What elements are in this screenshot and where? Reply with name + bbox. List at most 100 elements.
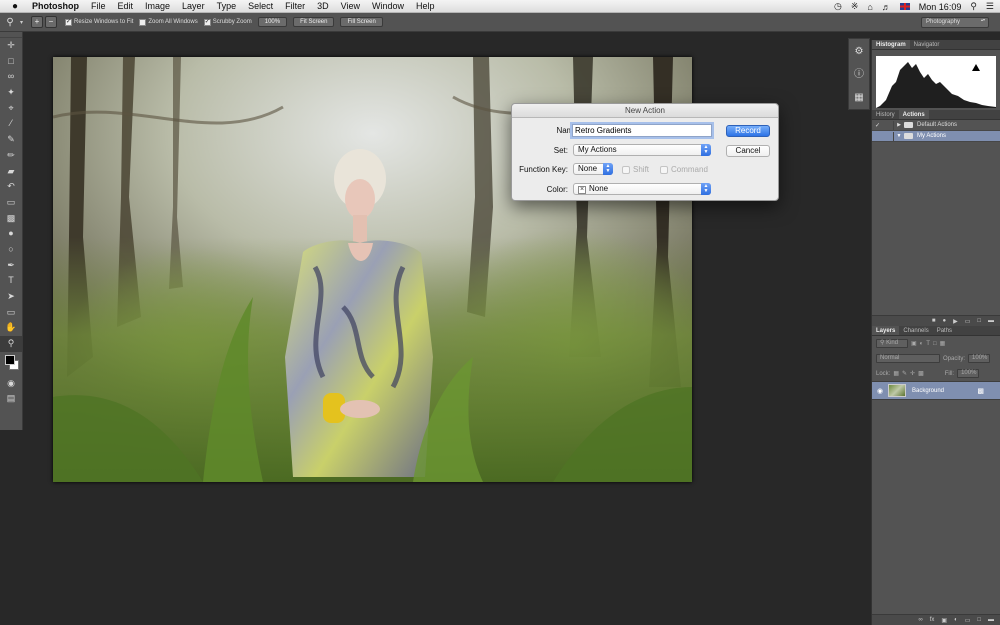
command-checkbox[interactable]: Command	[660, 165, 708, 174]
new-layer-icon[interactable]: □	[977, 617, 981, 623]
tool-preset-dropdown-icon[interactable]: ▾	[20, 19, 23, 26]
menu-window[interactable]: Window	[366, 1, 410, 11]
gradient-tool-icon[interactable]: ▩	[0, 211, 22, 227]
healing-brush-tool-icon[interactable]: ✎	[0, 132, 22, 148]
quick-mask-icon[interactable]: ◉	[0, 376, 22, 392]
time-machine-icon[interactable]: ◷	[834, 1, 842, 12]
zoom-100-button[interactable]: 100%	[257, 17, 288, 27]
dodge-tool-icon[interactable]: ○	[0, 242, 22, 258]
adjustments-panel-icon[interactable]: ⚙	[851, 42, 867, 62]
volume-icon[interactable]: ♬	[882, 2, 891, 12]
spotlight-search-icon[interactable]: ⚲	[970, 1, 977, 12]
path-selection-tool-icon[interactable]: ➤	[0, 289, 22, 305]
dialog-toggle[interactable]	[883, 120, 894, 130]
menu-file[interactable]: File	[85, 1, 112, 11]
menu-layer[interactable]: Layer	[176, 1, 211, 11]
properties-panel-icon[interactable]: ▦	[851, 88, 867, 108]
bluetooth-icon[interactable]: ※	[851, 1, 859, 12]
menu-edit[interactable]: Edit	[112, 1, 140, 11]
apple-menu-icon[interactable]: ●	[0, 1, 30, 12]
type-tool-icon[interactable]: T	[0, 273, 22, 289]
menu-select[interactable]: Select	[242, 1, 279, 11]
notification-center-icon[interactable]: ☰	[986, 1, 994, 12]
layer-style-fx-icon[interactable]: fx	[930, 617, 935, 623]
quick-selection-tool-icon[interactable]: ✦	[0, 85, 22, 101]
pen-tool-icon[interactable]: ✒	[0, 258, 22, 274]
trash-icon[interactable]: ▬	[988, 318, 994, 324]
crop-tool-icon[interactable]: ⌖	[0, 101, 22, 117]
play-icon[interactable]: ▶	[953, 318, 958, 325]
wifi-icon[interactable]: ⌂	[867, 2, 872, 12]
zoom-out-button[interactable]: −	[45, 16, 58, 28]
eraser-tool-icon[interactable]: ▭	[0, 195, 22, 211]
new-group-folder-icon[interactable]: ▭	[965, 617, 971, 624]
lock-all-icon[interactable]: ▩	[918, 370, 924, 377]
layer-row-background[interactable]: ◉ Background ▩	[872, 381, 1000, 400]
menu-filter[interactable]: Filter	[279, 1, 311, 11]
fill-input[interactable]: 100%	[957, 369, 980, 378]
link-layers-icon[interactable]: ∞	[918, 617, 922, 623]
shape-filter-icon[interactable]: □	[933, 341, 937, 347]
input-source-flag-icon[interactable]	[899, 3, 910, 10]
menubar-clock[interactable]: Mon 16:09	[919, 2, 962, 12]
menu-image[interactable]: Image	[139, 1, 176, 11]
tab-channels[interactable]: Channels	[899, 326, 932, 335]
tab-histogram[interactable]: Histogram	[872, 40, 910, 49]
color-select[interactable]: × None ▲ ▼	[573, 183, 711, 195]
smart-object-filter-icon[interactable]: ▦	[940, 340, 946, 347]
lasso-tool-icon[interactable]: ∞	[0, 69, 22, 85]
color-swatches[interactable]	[0, 352, 22, 376]
disclosure-triangle-icon[interactable]: ▶	[894, 122, 904, 128]
action-set-default[interactable]: ✓ ▶ Default Actions	[872, 120, 1000, 131]
clone-stamp-tool-icon[interactable]: ▰	[0, 164, 22, 180]
fill-screen-button[interactable]: Fill Screen	[340, 17, 383, 27]
cancel-button[interactable]: Cancel	[726, 145, 770, 157]
move-tool-icon[interactable]: ✛	[0, 38, 22, 54]
menu-3d[interactable]: 3D	[311, 1, 335, 11]
shape-tool-icon[interactable]: ▭	[0, 305, 22, 321]
shift-checkbox[interactable]: Shift	[622, 165, 649, 174]
visibility-eye-icon[interactable]: ◉	[872, 387, 888, 395]
new-action-icon[interactable]: □	[977, 318, 981, 324]
screen-mode-icon[interactable]: ▤	[0, 391, 22, 407]
disclosure-triangle-open-icon[interactable]: ▼	[894, 133, 904, 139]
resize-windows-checkbox[interactable]: ✓ Resize Windows to Fit	[65, 18, 133, 26]
tab-paths[interactable]: Paths	[933, 326, 956, 335]
action-name-input[interactable]: Retro Gradients	[572, 124, 712, 137]
opacity-input[interactable]: 100%	[968, 354, 991, 363]
workspace-switcher[interactable]: Photography	[921, 17, 989, 28]
item-toggle-checkmark-icon[interactable]: ✓	[872, 122, 883, 129]
record-button[interactable]: Record	[726, 125, 770, 137]
foreground-color-swatch[interactable]	[5, 354, 15, 365]
stop-recording-icon[interactable]: ■	[932, 318, 936, 324]
function-key-select[interactable]: None ▲ ▼	[573, 163, 613, 175]
delete-layer-trash-icon[interactable]: ▬	[988, 617, 994, 623]
menu-type[interactable]: Type	[211, 1, 243, 11]
brush-tool-icon[interactable]: ✏	[0, 148, 22, 164]
marquee-tool-icon[interactable]: □	[0, 54, 22, 70]
tab-layers[interactable]: Layers	[872, 326, 900, 335]
lock-position-icon[interactable]: ✛	[910, 370, 915, 377]
set-select[interactable]: My Actions ▲ ▼	[573, 144, 711, 156]
zoom-in-button[interactable]: +	[31, 16, 44, 28]
kind-filter-select[interactable]: ⚲ Kind	[876, 339, 908, 348]
tab-navigator[interactable]: Navigator	[910, 40, 944, 49]
lock-pixels-icon[interactable]: ✎	[902, 370, 907, 377]
zoom-tool-icon[interactable]: ⚲	[0, 336, 22, 352]
zoom-all-windows-checkbox[interactable]: Zoom All Windows	[139, 18, 198, 26]
record-icon[interactable]: ●	[942, 318, 946, 324]
scrubby-zoom-checkbox[interactable]: ✓ Scrubby Zoom	[203, 18, 252, 26]
adjustment-filter-icon[interactable]: ◐	[920, 341, 924, 347]
add-mask-icon[interactable]: ▣	[941, 617, 947, 624]
menu-help[interactable]: Help	[410, 1, 441, 11]
type-filter-icon[interactable]: T	[926, 341, 930, 347]
layer-lock-icon[interactable]: ▩	[977, 387, 984, 395]
hand-tool-icon[interactable]: ✋	[0, 320, 22, 336]
blend-mode-select[interactable]: Normal	[876, 354, 940, 363]
history-brush-tool-icon[interactable]: ↶	[0, 179, 22, 195]
action-set-my-actions[interactable]: ▼ My Actions	[872, 131, 1000, 142]
adjustment-layer-icon[interactable]: ◐	[954, 617, 958, 623]
tab-history[interactable]: History	[872, 110, 899, 119]
eyedropper-tool-icon[interactable]: ⁄	[0, 116, 22, 132]
info-panel-icon[interactable]: ⓘ	[851, 65, 867, 85]
